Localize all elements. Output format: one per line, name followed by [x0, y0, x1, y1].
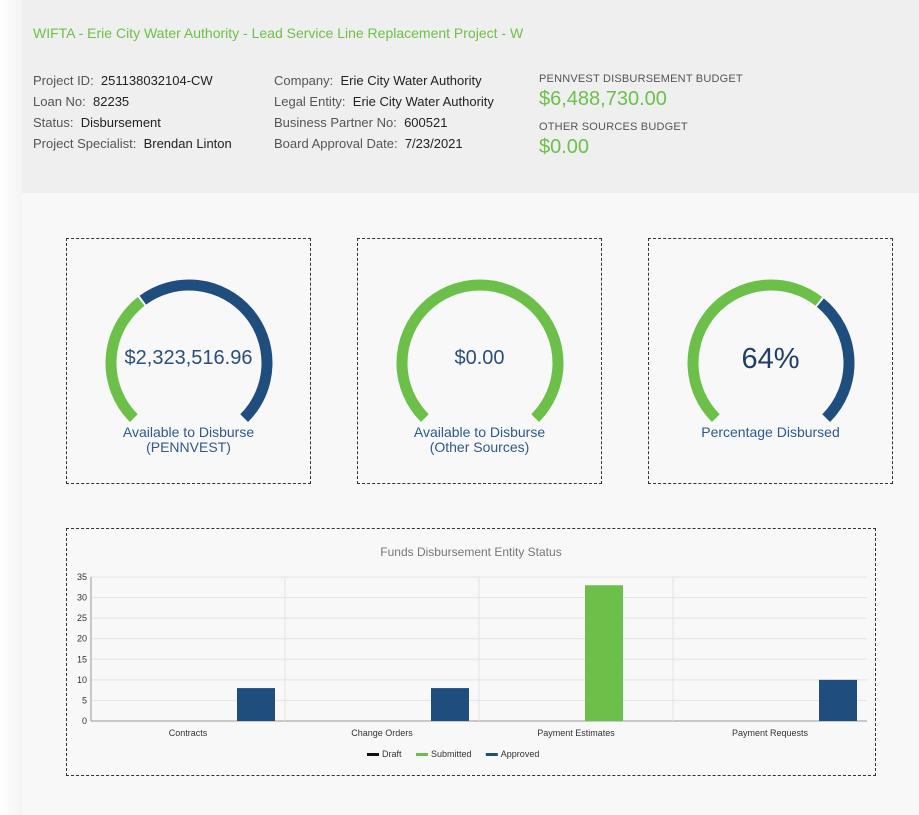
other-sources-budget-label: OTHER SOURCES BUDGET	[539, 121, 688, 133]
project-info-column-2: Company: Erie City Water Authority Legal…	[274, 70, 494, 154]
legal-entity-label: Legal Entity:	[274, 94, 346, 109]
y-tick-label: 5	[82, 695, 87, 705]
gauge-available-other-sources: $0.00 Available to Disburse (Other Sourc…	[357, 238, 602, 484]
project-id-row: Project ID: 251138032104-CW	[33, 70, 232, 91]
bar-chart-svg: 0 5 10 15 20 25 30 35 Contracts Change Orders Paym…	[77, 572, 867, 759]
gauge-caption: Available to Disburse (PENNVEST)	[67, 425, 310, 455]
gauge-value: $0.00	[454, 347, 505, 369]
y-tick-label: 10	[77, 675, 87, 685]
legal-entity-value: Erie City Water Authority	[352, 94, 494, 109]
x-category-label: Payment Requests	[732, 728, 809, 738]
project-info-column-1: Project ID: 251138032104-CW Loan No: 822…	[33, 70, 232, 154]
y-tick-label: 25	[77, 613, 87, 623]
left-edge	[0, 0, 22, 815]
bar-approved[interactable]	[237, 688, 275, 721]
gauge-caption-line2: (Other Sources)	[429, 439, 530, 455]
bar-submitted[interactable]	[585, 585, 623, 721]
y-tick-label: 15	[77, 654, 87, 664]
project-title: WIFTA - Erie City Water Authority - Lead…	[33, 25, 524, 41]
legend-swatch	[416, 753, 428, 756]
pennvest-budget-label: PENNVEST DISBURSEMENT BUDGET	[539, 73, 743, 85]
legend-label[interactable]: Submitted	[431, 749, 472, 759]
y-tick-label: 30	[77, 593, 87, 603]
project-specialist-row: Project Specialist: Brendan Linton	[33, 133, 232, 154]
y-tick-label: 0	[82, 716, 87, 726]
funds-disbursement-chart: Funds Disbursement Entity Status 0 5 10 15 2…	[66, 528, 876, 776]
gauge-caption: Percentage Disbursed	[649, 425, 892, 440]
business-partner-row: Business Partner No: 600521	[274, 112, 494, 133]
y-tick-label: 35	[77, 572, 87, 582]
x-category-label: Contracts	[169, 728, 208, 738]
loan-no-row: Loan No: 82235	[33, 91, 232, 112]
chart-legend: Draft Submitted Approved	[367, 749, 539, 759]
project-specialist-label: Project Specialist:	[33, 136, 137, 151]
loan-no-value: 82235	[93, 94, 130, 109]
gauge-percentage-disbursed: 64% Percentage Disbursed	[648, 238, 893, 484]
project-id-label: Project ID:	[33, 73, 94, 88]
gauge-caption-line1: Available to Disburse	[413, 424, 546, 440]
gauge-caption-line1: Percentage Disbursed	[701, 424, 840, 440]
status-label: Status:	[33, 115, 74, 130]
business-partner-label: Business Partner No:	[274, 115, 397, 130]
x-category-label: Payment Estimates	[537, 728, 615, 738]
company-label: Company:	[274, 73, 334, 88]
budget-column: PENNVEST DISBURSEMENT BUDGET $6,488,730.…	[539, 72, 743, 168]
project-dashboard: WIFTA - Erie City Water Authority - Lead…	[0, 0, 919, 815]
gauge-caption-line1: Available to Disburse	[122, 424, 255, 440]
project-id-value: 251138032104-CW	[100, 73, 213, 88]
board-approval-row: Board Approval Date: 7/23/2021	[274, 133, 494, 154]
gauge-value: $2,323,516.96	[124, 347, 253, 369]
board-approval-value: 7/23/2021	[404, 136, 463, 151]
x-category-label: Change Orders	[351, 728, 413, 738]
status-value: Disbursement	[80, 115, 161, 130]
board-approval-label: Board Approval Date:	[274, 136, 398, 151]
project-specialist-value: Brendan Linton	[143, 136, 232, 151]
legend-label[interactable]: Approved	[501, 749, 540, 759]
company-row: Company: Erie City Water Authority	[274, 70, 494, 91]
gauge-available-pennvest: $2,323,516.96 Available to Disburse (PEN…	[66, 238, 311, 484]
gauge-caption-line2: (PENNVEST)	[146, 439, 231, 455]
bar-approved[interactable]	[431, 688, 469, 721]
legend-label[interactable]: Draft	[382, 749, 402, 759]
legal-entity-row: Legal Entity: Erie City Water Authority	[274, 91, 494, 112]
loan-no-label: Loan No:	[33, 94, 86, 109]
status-row: Status: Disbursement	[33, 112, 232, 133]
company-value: Erie City Water Authority	[340, 73, 482, 88]
legend-swatch	[485, 753, 498, 756]
business-partner-value: 600521	[404, 115, 448, 130]
y-tick-label: 20	[77, 634, 87, 644]
legend-swatch	[367, 753, 379, 756]
pennvest-budget-value: $6,488,730.00	[539, 88, 667, 110]
gauge-value: 64%	[741, 343, 800, 375]
other-sources-budget-value: $0.00	[539, 136, 590, 158]
gauge-caption: Available to Disburse (Other Sources)	[358, 425, 601, 455]
bar-approved[interactable]	[819, 679, 857, 721]
